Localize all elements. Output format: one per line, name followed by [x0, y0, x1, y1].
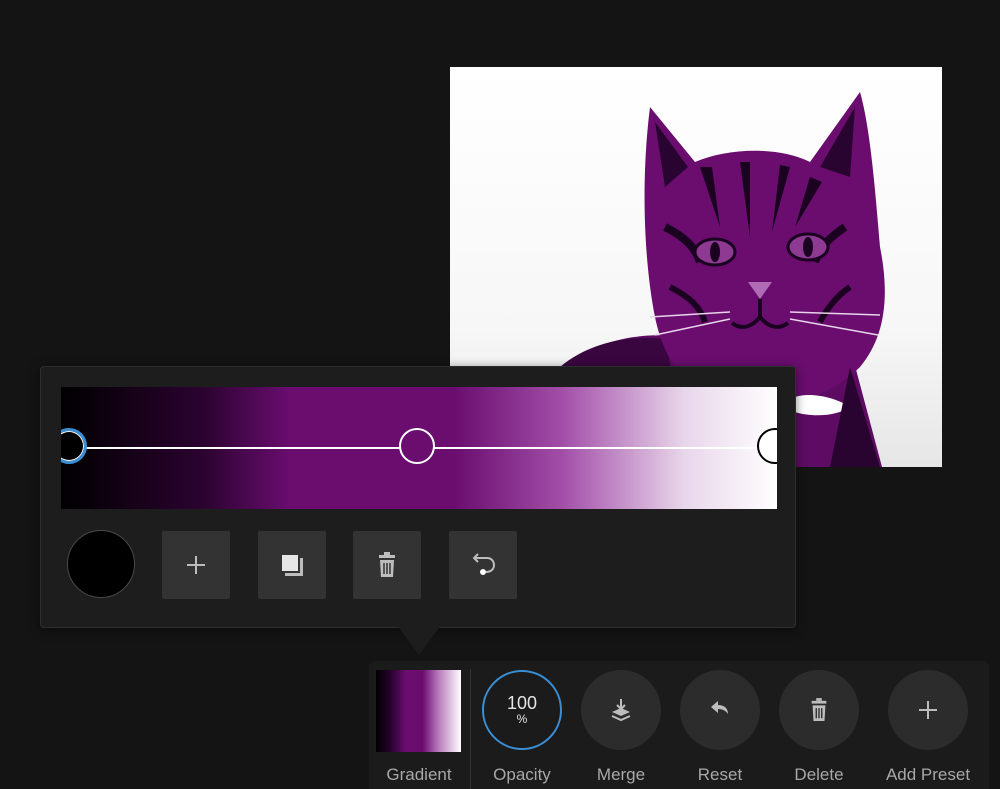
trash-icon	[379, 552, 395, 577]
merge-button[interactable]	[581, 670, 661, 750]
add-stop-button[interactable]	[162, 531, 230, 599]
merge-label: Merge	[596, 765, 646, 784]
reverse-icon	[472, 553, 496, 575]
plus-icon	[919, 701, 937, 719]
add-preset-button[interactable]	[888, 670, 968, 750]
gradient-stop-white[interactable]	[757, 428, 777, 464]
opacity-unit: %	[516, 712, 528, 726]
duplicate-stop-button[interactable]	[258, 531, 326, 599]
delete-stop-button[interactable]	[353, 531, 421, 599]
current-color-swatch[interactable]	[67, 530, 135, 598]
gradient-label: Gradient	[386, 765, 452, 784]
opacity-value: 100	[506, 693, 538, 713]
merge-icon	[611, 699, 631, 722]
add-preset-label: Add Preset	[885, 765, 971, 784]
gradient-editor-panel	[40, 366, 796, 628]
gradient-preview[interactable]	[61, 387, 777, 509]
reset-button[interactable]	[680, 670, 760, 750]
reset-label: Reset	[697, 765, 743, 784]
delete-button[interactable]	[779, 670, 859, 750]
reverse-gradient-button[interactable]	[449, 531, 517, 599]
gradient-stop-purple[interactable]	[399, 428, 435, 464]
popover-arrow	[397, 625, 441, 655]
gradient-stop-black[interactable]	[61, 428, 87, 464]
gradient-thumbnail[interactable]	[376, 670, 461, 752]
duplicate-icon	[280, 553, 303, 576]
opacity-button[interactable]: 100 %	[482, 670, 562, 750]
delete-label: Delete	[794, 765, 844, 784]
undo-icon	[711, 701, 728, 714]
plus-icon	[187, 556, 205, 574]
opacity-label: Opacity	[493, 765, 551, 784]
bottom-toolbar: Gradient 100 % Opacity Merge Reset Delet…	[369, 661, 989, 789]
trash-icon	[811, 698, 827, 721]
